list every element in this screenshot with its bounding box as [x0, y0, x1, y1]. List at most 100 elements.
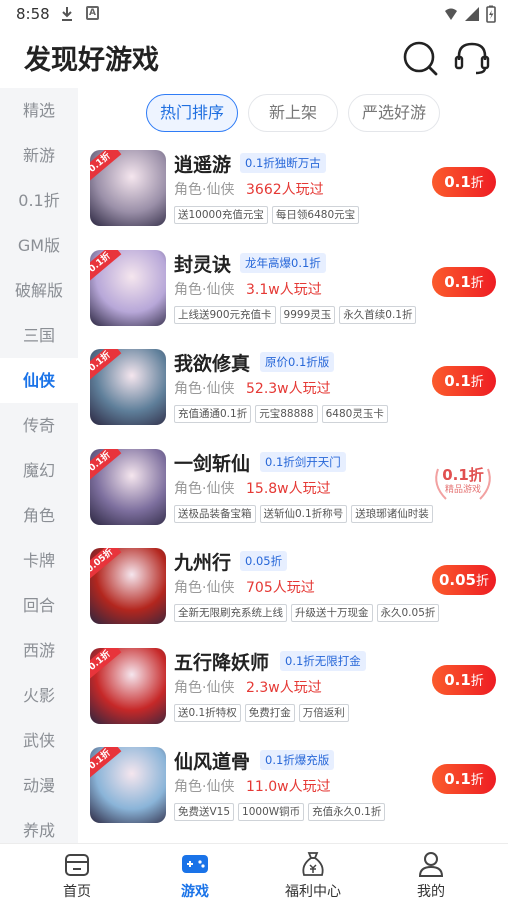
discount-value: 0.1	[444, 770, 471, 788]
perk-badge: 每日领6480元宝	[271, 206, 360, 224]
game-row[interactable]: 0.1折 五行降妖师 0.1折无限打金 角色·仙侠 2.3w人玩过 送0.1折特权 免费打金…	[88, 648, 504, 738]
perk-list: 送极品装备宝箱 送斩仙0.1折称号 送琅琊诸仙时装	[174, 505, 433, 523]
perk-badge: 送10000充值元宝	[174, 206, 268, 224]
perk-badge: 永久0.05折	[376, 604, 440, 622]
tab-new-arrival[interactable]: 新上架	[248, 94, 338, 132]
game-cover-image[interactable]: 0.1折	[90, 250, 166, 326]
sidebar-item[interactable]: GM版	[0, 223, 78, 268]
status-bar: 8:58 A	[0, 0, 508, 30]
sidebar-item[interactable]: 角色	[0, 493, 78, 538]
discount-button[interactable]: 0.05折	[432, 565, 496, 595]
game-cover-image[interactable]: 0.05折	[90, 548, 166, 624]
discount-value: 0.1	[444, 671, 471, 689]
perk-badge: 送琅琊诸仙时装	[351, 505, 433, 523]
discount-value: 0.05	[438, 571, 476, 589]
perk-list: 送10000充值元宝 每日领6480元宝	[174, 206, 360, 224]
discount-button[interactable]: 0.1折	[432, 167, 496, 197]
discount-button[interactable]: 0.1折	[432, 665, 496, 695]
sidebar-item[interactable]: 新游	[0, 133, 78, 178]
game-row[interactable]: 0.05折 九州行 0.05折 角色·仙侠 705人玩过 全新无限刷充系统上线 升级送十万现…	[88, 548, 504, 638]
user-icon	[418, 852, 444, 877]
game-title: 逍遥游	[174, 154, 232, 176]
game-cover-image[interactable]: 0.1折	[90, 747, 166, 823]
game-title: 九州行	[174, 552, 232, 574]
nav-games-label: 游戏	[181, 884, 209, 900]
discount-stamp[interactable]: 0.1折 精品游戏	[430, 463, 496, 505]
nav-home[interactable]: 首页	[22, 844, 132, 904]
game-row[interactable]: 0.1折 仙风道骨 0.1折爆充版 角色·仙侠 11.0w人玩过 免费送V15 1000W铜…	[88, 747, 504, 837]
discount-button[interactable]: 0.1折	[432, 267, 496, 297]
page-title: 发现好游戏	[24, 45, 159, 76]
game-row[interactable]: 0.1折 我欲修真 原价0.1折版 角色·仙侠 52.3w人玩过 充值通通0.1折 元宝88…	[88, 349, 504, 439]
perk-badge: 免费打金	[244, 704, 295, 722]
signal-dot-icon	[445, 8, 457, 20]
nav-games[interactable]: 游戏	[140, 844, 250, 904]
discount-unit: 折	[468, 466, 484, 484]
tab-curated[interactable]: 严选好游	[348, 94, 440, 132]
game-cover-image[interactable]: 0.1折	[90, 449, 166, 525]
notification-a-icon: A	[86, 6, 99, 20]
nav-mine[interactable]: 我的	[376, 844, 486, 904]
game-cover-image[interactable]: 0.1折	[90, 648, 166, 724]
game-genre: 角色·仙侠	[174, 680, 235, 696]
discount-unit: 折	[476, 574, 490, 589]
game-row[interactable]: 0.1折 封灵诀 龙年高爆0.1折 角色·仙侠 3.1w人玩过 上线送900元充值卡 999…	[88, 250, 504, 340]
cellular-icon	[465, 7, 479, 21]
sidebar-item[interactable]: 武侠	[0, 718, 78, 763]
game-cover-image[interactable]: 0.1折	[90, 150, 166, 226]
sidebar-item[interactable]: 动漫	[0, 763, 78, 808]
customer-service-button[interactable]	[452, 38, 492, 78]
cover-discount-ribbon: 0.1折	[90, 150, 122, 183]
game-title: 五行降妖师	[174, 652, 270, 674]
sidebar-item[interactable]: 仙侠	[0, 358, 78, 403]
perk-badge: 万倍返利	[298, 704, 349, 722]
sidebar-item[interactable]: 西游	[0, 628, 78, 673]
sidebar-item[interactable]: 0.1折	[0, 178, 78, 223]
perk-badge: 全新无限刷充系统上线	[174, 604, 287, 622]
nav-mine-label: 我的	[417, 884, 445, 900]
game-title: 我欲修真	[174, 353, 251, 375]
home-icon	[65, 854, 89, 876]
perk-list: 充值通通0.1折 元宝88888 6480灵玉卡	[174, 405, 388, 423]
game-row[interactable]: 0.1折 逍遥游 0.1折独断万古 角色·仙侠 3662人玩过 送10000充值元宝 每日领…	[88, 150, 504, 240]
discount-unit: 折	[470, 674, 484, 689]
game-genre: 角色·仙侠	[174, 580, 235, 596]
sidebar-item[interactable]: 传奇	[0, 403, 78, 448]
search-button[interactable]	[400, 38, 440, 78]
sidebar-item[interactable]: 魔幻	[0, 448, 78, 493]
headset-icon	[454, 42, 490, 75]
game-player-count: 11.0w人玩过	[246, 779, 331, 795]
perk-badge: 免费送V15	[174, 803, 235, 821]
cover-discount-ribbon: 0.1折	[90, 449, 122, 482]
download-icon	[62, 7, 72, 21]
cover-discount-ribbon: 0.1折	[90, 648, 122, 681]
discount-button[interactable]: 0.1折	[432, 366, 496, 396]
game-title: 封灵诀	[174, 254, 232, 276]
nav-welfare-center[interactable]: 福利中心	[258, 844, 368, 904]
game-row[interactable]: 0.1折 一剑斩仙 0.1折剑开天门 角色·仙侠 15.8w人玩过 送极品装备宝箱 送斩仙0…	[88, 449, 504, 539]
discount-value: 0.1	[442, 466, 469, 484]
game-promo-tag: 0.1折独断万古	[240, 153, 326, 173]
perk-badge: 9999灵玉	[279, 306, 336, 324]
sidebar-item[interactable]: 精选	[0, 88, 78, 133]
sidebar-item[interactable]: 卡牌	[0, 538, 78, 583]
nav-home-label: 首页	[63, 884, 91, 900]
sidebar-item[interactable]: 养成	[0, 808, 78, 843]
sidebar-item[interactable]: 三国	[0, 313, 78, 358]
cover-discount-ribbon: 0.1折	[90, 349, 122, 382]
game-player-count: 3662人玩过	[246, 182, 324, 198]
discount-button[interactable]: 0.1折	[432, 764, 496, 794]
discount-value: 0.1	[444, 372, 471, 390]
sidebar-item[interactable]: 破解版	[0, 268, 78, 313]
tab-hot-sort[interactable]: 热门排序	[146, 94, 238, 132]
cover-discount-ribbon: 0.1折	[90, 250, 122, 283]
status-time: 8:58	[16, 5, 50, 23]
game-promo-tag: 龙年高爆0.1折	[240, 253, 326, 273]
stamp-subtitle: 精品游戏	[444, 485, 481, 495]
sidebar-item[interactable]: 回合	[0, 583, 78, 628]
game-promo-tag: 0.1折剑开天门	[260, 452, 346, 472]
sidebar-item[interactable]: 火影	[0, 673, 78, 718]
discount-unit: 折	[470, 773, 484, 788]
discount-unit: 折	[470, 176, 484, 191]
game-cover-image[interactable]: 0.1折	[90, 349, 166, 425]
